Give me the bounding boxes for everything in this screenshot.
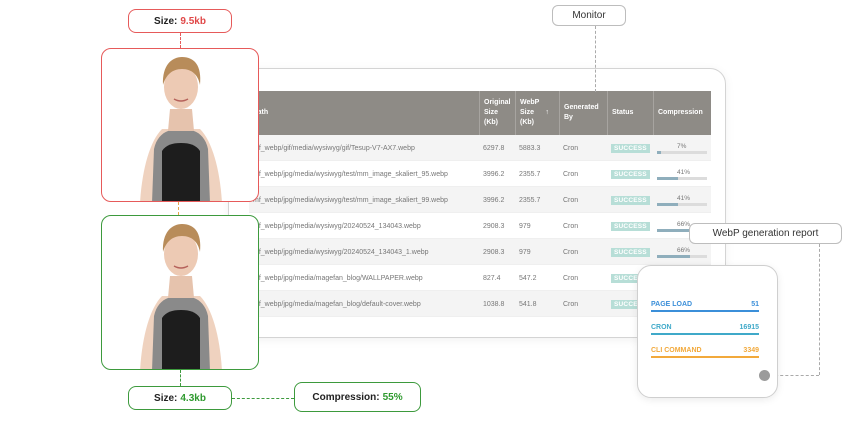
cell-original: 2908.3 [483,222,505,230]
original-image-card [101,48,259,202]
cell-webp: 2355.7 [519,170,541,178]
report-item-cron: CRON 16915 [651,324,759,335]
cell-status: SUCCESS [607,161,653,187]
cell-path: mf_webp/jpg/media/wysiwyg/20240524_13404… [253,248,429,256]
cell-original: 3996.2 [483,196,505,204]
compression-bar [657,202,707,206]
compression-bar-fill [657,254,690,258]
status-badge: SUCCESS [611,169,650,179]
table-row[interactable]: mf_webp/jpg/media/wysiwyg/test/mm_image_… [249,187,711,213]
cell-original: 827.4 [483,274,501,282]
report-card: PAGE LOAD 51 CRON 16915 CLI COMMAND 3349 [637,265,778,398]
cell-path: mf_webp/jpg/media/magefan_blog/default-c… [253,300,421,308]
cell-path: mf_webp/jpg/media/magefan_blog/WALLPAPER… [253,274,423,282]
compression-bar [657,176,707,180]
compression-bar [657,254,707,258]
cell-path: mf_webp/jpg/media/wysiwyg/test/mm_image_… [253,170,448,178]
connector-monitor [595,26,596,92]
header-status[interactable]: Status [607,91,653,135]
report-item-page-load: PAGE LOAD 51 [651,301,759,312]
cell-original: 1038.8 [483,300,505,308]
cell-generated: Cron [563,248,579,256]
table-row[interactable]: mf_webp/jpg/media/wysiwyg/20240524_13404… [249,213,711,239]
compression-bar-fill [657,150,661,154]
compression-bar [657,150,707,154]
cell-status: SUCCESS [607,187,653,213]
cell-webp: 541.8 [519,300,537,308]
table-row[interactable]: mf_webp/jpg/media/wysiwyg/test/mm_image_… [249,161,711,187]
header-generated-by[interactable]: Generated By [559,91,607,135]
stage: Path Original Size (Kb) WebP Size (Kb) ↑… [0,0,853,425]
cell-compression: 7% [653,135,711,161]
connector-compression [232,398,294,399]
table-row[interactable]: mf_webp/gif/media/wysiwyg/gif/Tesup-V7-A… [249,135,711,161]
woman-photo-original [140,57,222,201]
report-item-cli-command: CLI COMMAND 3349 [651,347,759,358]
woman-photo-optimized [140,224,222,369]
cell-generated: Cron [563,170,579,178]
cell-generated: Cron [563,300,579,308]
compression-percent: 66% [677,246,691,254]
status-badge: SUCCESS [611,247,650,257]
table-row[interactable]: mf_webp/jpg/media/wysiwyg/20240524_13404… [249,239,711,265]
size-after-label: Size: 4.3kb [128,386,232,410]
header-webp-size[interactable]: WebP Size (Kb) ↑ [515,91,559,135]
compression-percent: 66% [677,220,691,228]
cell-webp: 2355.7 [519,196,541,204]
connector-before [180,33,181,48]
connector-cards [178,202,182,215]
status-badge: SUCCESS [611,195,650,205]
cell-path: mf_webp/jpg/media/wysiwyg/test/mm_image_… [253,196,448,204]
status-badge: SUCCESS [611,221,650,231]
compression-bar-fill [657,176,678,180]
cell-path: mf_webp/gif/media/wysiwyg/gif/Tesup-V7-A… [253,144,415,152]
cell-webp: 979 [519,248,531,256]
cell-webp: 547.2 [519,274,537,282]
compression-percent: 7% [677,142,687,150]
cell-compression: 41% [653,161,711,187]
compression-label: Compression: 55% [294,382,421,412]
webp-report-tag: WebP generation report [689,223,842,244]
sort-arrow-icon: ↑ [545,109,549,116]
cell-path: mf_webp/jpg/media/wysiwyg/20240524_13404… [253,222,421,230]
cell-generated: Cron [563,144,579,152]
header-path[interactable]: Path [249,91,479,135]
connector-report-v [819,244,820,375]
compression-percent: 41% [677,168,691,176]
table-header: Path Original Size (Kb) WebP Size (Kb) ↑… [249,91,711,135]
cell-original: 2908.3 [483,248,505,256]
compression-bar-fill [657,202,678,206]
cell-webp: 5883.3 [519,144,541,152]
cell-webp: 979 [519,222,531,230]
cell-status: SUCCESS [607,213,653,239]
cell-status: SUCCESS [607,239,653,265]
compression-bar-fill [657,228,690,232]
header-original-size[interactable]: Original Size (Kb) [479,91,515,135]
cell-status: SUCCESS [607,135,653,161]
size-before-label: Size: 9.5kb [128,9,232,33]
monitor-tag: Monitor [552,5,626,26]
optimized-image-card [101,215,259,370]
header-compression[interactable]: Compression [653,91,711,135]
cell-original: 6297.8 [483,144,505,152]
connector-after [180,370,181,386]
cell-generated: Cron [563,196,579,204]
cell-generated: Cron [563,274,579,282]
cell-generated: Cron [563,222,579,230]
connector-dot [759,370,770,381]
status-badge: SUCCESS [611,143,650,153]
compression-percent: 41% [677,194,691,202]
cell-original: 3996.2 [483,170,505,178]
cell-compression: 41% [653,187,711,213]
